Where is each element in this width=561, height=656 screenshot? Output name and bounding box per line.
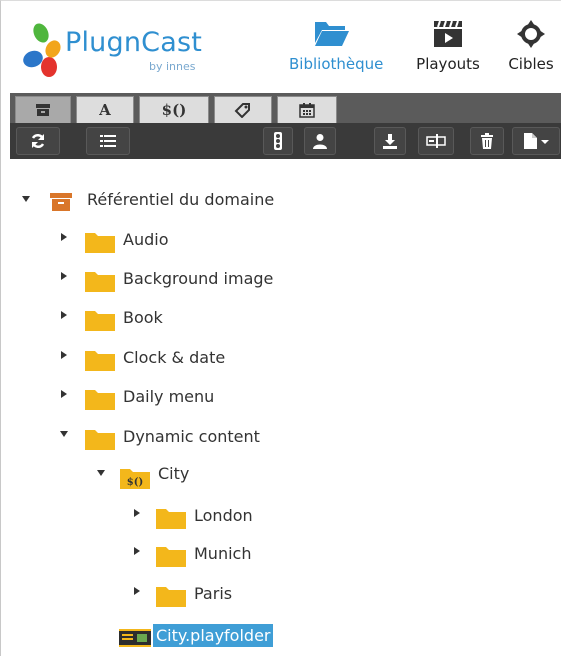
tree-item-label: Clock & date bbox=[123, 348, 226, 367]
folder-icon bbox=[85, 233, 115, 253]
tree-view: Référentiel du domaine Audio Background … bbox=[1, 171, 561, 656]
folder-icon bbox=[85, 430, 115, 450]
nav-cibles[interactable]: Cibles bbox=[501, 19, 561, 73]
nav-playouts-label: Playouts bbox=[416, 55, 480, 73]
list-icon bbox=[100, 135, 116, 147]
traffic-light-icon bbox=[274, 132, 282, 150]
tree-item-label: Book bbox=[123, 308, 163, 327]
tree-item-label: Daily menu bbox=[123, 387, 215, 406]
tab-variables[interactable]: $() bbox=[139, 96, 209, 123]
caret-down-icon[interactable] bbox=[21, 194, 31, 204]
tree-root-label: Référentiel du domaine bbox=[87, 190, 275, 209]
tree-item-label: Dynamic content bbox=[123, 427, 260, 446]
list-view-button[interactable] bbox=[86, 127, 130, 155]
tree-item-label: Background image bbox=[123, 269, 274, 288]
caret-right-icon[interactable] bbox=[132, 508, 142, 518]
nav-playouts[interactable]: Playouts bbox=[410, 19, 486, 73]
new-file-menu-button[interactable] bbox=[512, 127, 560, 155]
caret-right-icon[interactable] bbox=[59, 389, 69, 399]
caret-right-icon[interactable] bbox=[59, 310, 69, 320]
calendar-icon bbox=[299, 103, 315, 118]
caret-right-icon[interactable] bbox=[59, 232, 69, 242]
toolbar bbox=[10, 123, 561, 159]
nav-cibles-label: Cibles bbox=[508, 55, 554, 73]
tree-item-label: Audio bbox=[123, 230, 169, 249]
folder-icon bbox=[156, 509, 186, 529]
archive-icon bbox=[36, 104, 50, 116]
tree-item-label-selected: City.playfolder bbox=[153, 624, 274, 647]
tab-tags[interactable] bbox=[214, 96, 272, 123]
font-icon: A bbox=[99, 101, 111, 119]
user-icon bbox=[313, 134, 327, 149]
tab-bar: A $() bbox=[10, 93, 561, 123]
app-window: PlugnCast by innes Bibliothèque Playouts bbox=[0, 0, 561, 656]
svg-text:$(): $() bbox=[127, 477, 143, 488]
clapperboard-icon bbox=[434, 20, 462, 47]
variable-folder-icon: $() bbox=[120, 469, 150, 489]
archive-icon bbox=[50, 193, 72, 211]
rename-field-icon bbox=[426, 134, 446, 148]
caret-right-icon[interactable] bbox=[132, 586, 142, 596]
new-file-menu-icon bbox=[524, 133, 549, 149]
download-button[interactable] bbox=[374, 127, 406, 155]
caret-down-icon[interactable] bbox=[96, 468, 106, 478]
caret-right-icon[interactable] bbox=[132, 546, 142, 556]
crosshair-icon bbox=[517, 20, 545, 48]
playfolder-icon bbox=[119, 629, 151, 647]
tree-item-label: City bbox=[158, 464, 190, 483]
tab-calendar[interactable] bbox=[277, 96, 337, 123]
logo: PlugnCast by innes bbox=[21, 21, 221, 81]
folder-icon bbox=[156, 547, 186, 567]
delete-button[interactable] bbox=[470, 127, 504, 155]
status-button[interactable] bbox=[263, 127, 293, 155]
tab-repository[interactable] bbox=[15, 96, 71, 123]
caret-down-icon[interactable] bbox=[59, 429, 69, 439]
refresh-button[interactable] bbox=[16, 127, 60, 155]
download-icon bbox=[383, 134, 397, 149]
header: PlugnCast by innes Bibliothèque Playouts bbox=[1, 1, 561, 93]
folder-icon bbox=[85, 311, 115, 331]
tree-item-label: London bbox=[194, 506, 253, 525]
variable-icon: $() bbox=[161, 101, 187, 119]
caret-right-icon[interactable] bbox=[59, 271, 69, 281]
folder-icon bbox=[85, 351, 115, 371]
tree-item-label: Munich bbox=[194, 544, 252, 563]
trash-icon bbox=[481, 133, 493, 149]
nav-bibliotheque-label: Bibliothèque bbox=[289, 55, 384, 73]
logo-subtitle: by innes bbox=[149, 60, 196, 73]
tab-fonts[interactable]: A bbox=[76, 96, 134, 123]
rename-button[interactable] bbox=[418, 127, 454, 155]
tag-icon bbox=[234, 103, 250, 118]
tree-item-label: Paris bbox=[194, 584, 233, 603]
user-button[interactable] bbox=[304, 127, 336, 155]
nav-bibliotheque[interactable]: Bibliothèque bbox=[289, 19, 384, 73]
folder-icon bbox=[85, 390, 115, 410]
folder-icon bbox=[156, 587, 186, 607]
caret-right-icon[interactable] bbox=[59, 350, 69, 360]
logo-text: PlugnCast bbox=[65, 27, 202, 58]
refresh-icon bbox=[31, 133, 45, 149]
folder-open-icon bbox=[315, 22, 349, 46]
logo-mark-icon bbox=[23, 23, 61, 77]
folder-icon bbox=[85, 272, 115, 292]
